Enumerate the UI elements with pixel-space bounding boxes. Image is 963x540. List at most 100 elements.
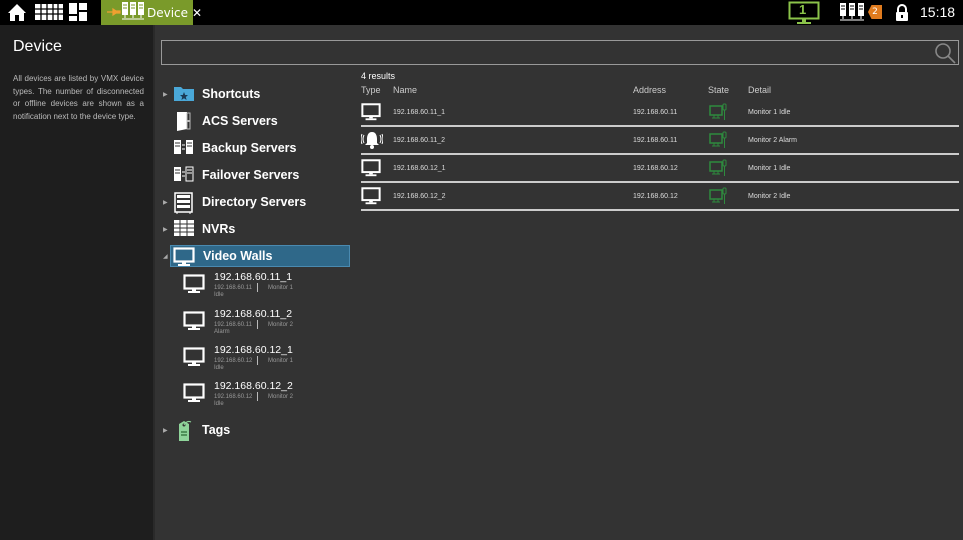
video-wall-address: 192.168.60.11: [214, 285, 252, 291]
tree-child-video-wall[interactable]: 192.168.60.11_1 192.168.60.11 Monitor 1 …: [183, 271, 353, 303]
close-icon[interactable]: ✕: [192, 6, 202, 20]
connected-monitor-icon: [709, 129, 729, 154]
row-name: 192.168.60.12_2: [393, 193, 446, 200]
monitor-icon: [183, 311, 205, 336]
monitor-icon: [183, 347, 205, 372]
row-address: 192.168.60.11: [633, 109, 678, 116]
monitor-icon: [361, 158, 381, 183]
backup-server-icon: [173, 138, 195, 161]
tree-node-acs-servers[interactable]: ACS Servers: [155, 110, 350, 132]
connected-monitor-icon: [709, 185, 729, 210]
video-wall-monitor: Monitor 2: [268, 322, 294, 328]
directory-server-icon: [173, 192, 195, 219]
search-icon[interactable]: [934, 42, 956, 64]
clock: 15:18: [920, 4, 956, 20]
page-description: All devices are listed by VMX device typ…: [13, 74, 144, 121]
video-wall-state: Idle: [214, 401, 224, 407]
tree-child-video-wall[interactable]: 192.168.60.12_1 192.168.60.12 Monitor 1 …: [183, 344, 353, 376]
video-wall-address: 192.168.60.12: [214, 358, 253, 364]
row-name: 192.168.60.11_1: [393, 109, 446, 116]
tree-node-label: Directory Servers: [202, 195, 307, 209]
lock-icon[interactable]: [894, 4, 910, 26]
expand-arrow-icon[interactable]: ▶: [163, 199, 168, 206]
tree-node-label: Backup Servers: [202, 141, 297, 155]
table-row[interactable]: 192.168.60.11_2 192.168.60.11 Monitor 2 …: [360, 127, 959, 155]
tree-child-video-wall[interactable]: 192.168.60.11_2 192.168.60.11 Monitor 2 …: [183, 308, 353, 340]
expand-arrow-icon[interactable]: ▶: [163, 427, 168, 434]
video-wall-address: 192.168.60.12: [214, 394, 253, 400]
tree-node-tags[interactable]: ▶ Tags: [155, 419, 350, 441]
tree-child-video-wall[interactable]: 192.168.60.12_2 192.168.60.12 Monitor 2 …: [183, 380, 353, 412]
tree-node-failover-servers[interactable]: Failover Servers: [155, 164, 350, 186]
tree-node-shortcuts[interactable]: ▶ Shortcuts: [155, 83, 350, 105]
row-detail: Monitor 1 Idle: [748, 165, 791, 172]
video-wall-monitor: Monitor 2: [268, 394, 294, 400]
column-header-detail[interactable]: Detail: [748, 85, 771, 95]
column-header-state[interactable]: State: [708, 85, 729, 95]
main-panel: ▶ Shortcuts ACS Servers Backup Servers F…: [153, 25, 963, 540]
row-address: 192.168.60.11: [633, 137, 678, 144]
row-detail: Monitor 2 Idle: [748, 193, 791, 200]
table-row[interactable]: 192.168.60.12_1 192.168.60.12 Monitor 1 …: [361, 155, 959, 183]
tree-node-video-walls[interactable]: ◢ Video Walls: [163, 245, 350, 267]
nvr-icon: [173, 219, 195, 242]
search-field[interactable]: [162, 41, 932, 64]
row-name: 192.168.60.11_2: [393, 137, 446, 144]
pin-icon[interactable]: [107, 6, 121, 20]
divider: [257, 283, 258, 292]
row-detail: Monitor 2 Alarm: [748, 137, 798, 144]
monitor-icon: [183, 383, 205, 408]
video-wall-name: 192.168.60.12_2: [214, 380, 293, 392]
video-wall-monitor: Monitor 1: [268, 285, 294, 291]
notification-badge[interactable]: 2: [868, 5, 882, 19]
info-sidebar: Device All devices are listed by VMX dev…: [0, 25, 153, 540]
door-icon: [173, 111, 195, 136]
video-wall-state: Idle: [214, 365, 224, 371]
tree-node-directory-servers[interactable]: ▶ Directory Servers: [155, 191, 350, 214]
tree-node-label: Failover Servers: [202, 168, 300, 182]
layout-icon[interactable]: [69, 3, 87, 25]
column-header-name[interactable]: Name: [393, 85, 417, 95]
table-row[interactable]: 192.168.60.12_2 192.168.60.12 Monitor 2 …: [361, 183, 959, 211]
column-header-type[interactable]: Type: [361, 85, 381, 95]
monitor-icon: [361, 186, 381, 211]
monitor-icon: [173, 247, 195, 272]
connected-monitor-icon: [709, 157, 729, 182]
tree-node-label: Video Walls: [203, 249, 273, 263]
tree-node-label: Tags: [202, 423, 231, 437]
server-status-icon[interactable]: [839, 2, 865, 26]
video-wall-address: 192.168.60.11: [214, 322, 252, 328]
monitor-icon: [361, 102, 381, 127]
divider: [257, 356, 258, 365]
alarm-bell-icon: [360, 130, 384, 155]
results-count: 4 results: [361, 71, 396, 81]
row-address: 192.168.60.12: [633, 165, 678, 172]
video-wall-state: Idle: [214, 292, 224, 298]
expand-arrow-icon[interactable]: ▶: [163, 226, 168, 233]
video-wall-name: 192.168.60.12_1: [214, 344, 293, 356]
video-wall-state: Alarm: [214, 329, 230, 335]
table-row[interactable]: 192.168.60.11_1 192.168.60.11 Monitor 1 …: [361, 99, 959, 127]
row-address: 192.168.60.12: [633, 193, 678, 200]
collapse-arrow-icon[interactable]: ◢: [163, 253, 168, 260]
divider: [257, 320, 258, 329]
tree-node-label: Shortcuts: [202, 87, 261, 101]
video-wall-monitor: Monitor 1: [268, 358, 294, 364]
column-header-address[interactable]: Address: [633, 85, 666, 95]
home-icon[interactable]: [7, 3, 27, 26]
video-grid-icon[interactable]: [35, 3, 63, 25]
row-detail: Monitor 1 Idle: [748, 109, 791, 116]
video-wall-name: 192.168.60.11_1: [214, 271, 293, 283]
monitor-icon: [183, 274, 205, 299]
tree-node-nvrs[interactable]: ▶ NVRs: [155, 218, 350, 240]
servers-icon: [121, 1, 145, 24]
tag-icon: [173, 420, 195, 447]
failover-server-icon: [173, 165, 195, 188]
tree-node-backup-servers[interactable]: Backup Servers: [155, 137, 350, 159]
connected-monitor-icon: [709, 101, 729, 126]
search-input[interactable]: [161, 40, 959, 65]
tree-node-label: NVRs: [202, 222, 236, 236]
expand-arrow-icon[interactable]: ▶: [163, 91, 168, 98]
tab-label: Device: [147, 5, 189, 20]
tab-device[interactable]: Device ✕: [101, 0, 202, 25]
